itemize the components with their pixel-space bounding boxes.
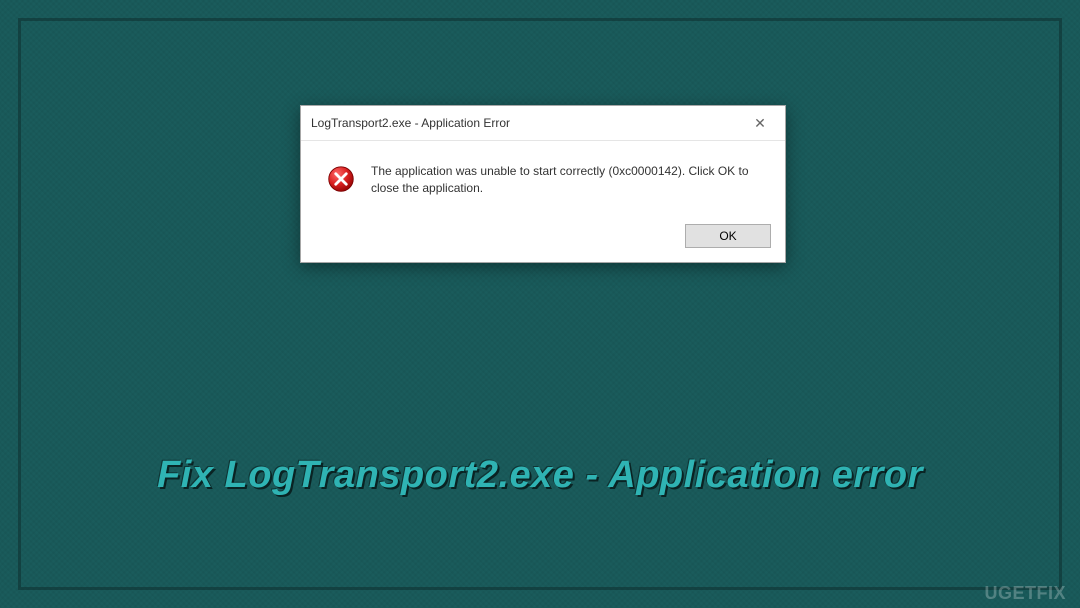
dialog-title: LogTransport2.exe - Application Error: [311, 116, 510, 130]
backdrop-border: [18, 18, 1062, 590]
ok-button[interactable]: OK: [685, 224, 771, 248]
page-caption: Fix LogTransport2.exe - Application erro…: [0, 454, 1080, 497]
dialog-message: The application was unable to start corr…: [371, 163, 765, 198]
dialog-titlebar: LogTransport2.exe - Application Error ✕: [301, 106, 785, 141]
dialog-button-row: OK: [301, 216, 785, 262]
dialog-body: The application was unable to start corr…: [301, 141, 785, 216]
close-button[interactable]: ✕: [743, 112, 777, 134]
close-icon: ✕: [754, 115, 766, 132]
watermark: UGETFIX: [984, 583, 1066, 604]
watermark-text: UGETFIX: [984, 583, 1066, 603]
error-icon: [327, 165, 355, 193]
error-dialog: LogTransport2.exe - Application Error ✕ …: [300, 105, 786, 263]
